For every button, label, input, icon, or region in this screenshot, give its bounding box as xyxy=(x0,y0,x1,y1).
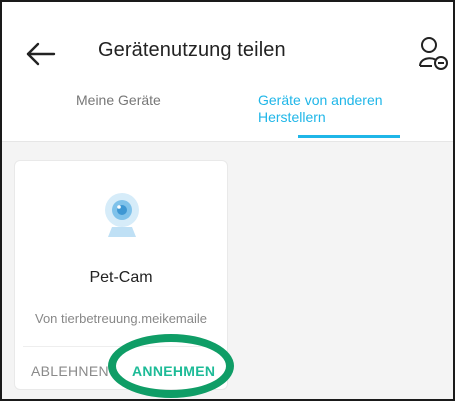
decline-button[interactable]: ABLEHNEN xyxy=(31,363,109,379)
active-tab-indicator xyxy=(298,135,400,138)
tab-other-manufacturers[interactable]: Geräte von anderen Herstellern xyxy=(258,92,408,126)
accept-button[interactable]: ANNEHMEN xyxy=(132,363,215,379)
camera-icon xyxy=(103,191,141,241)
shared-by-text: Von tierbetreuung.meikemaile xyxy=(35,311,207,326)
app-screen: Gerätenutzung teilen Meine Geräte Geräte… xyxy=(0,0,455,401)
tab-my-devices[interactable]: Meine Geräte xyxy=(76,92,161,109)
page-title: Gerätenutzung teilen xyxy=(98,39,286,61)
shared-devices-list: Pet-Cam Von tierbetreuung.meikemaile ABL… xyxy=(2,142,453,399)
device-name: Pet-Cam xyxy=(89,269,153,286)
app-header: Gerätenutzung teilen Meine Geräte Geräte… xyxy=(2,2,453,142)
device-share-card: Pet-Cam Von tierbetreuung.meikemaile ABL… xyxy=(14,160,228,390)
user-remove-icon[interactable] xyxy=(418,36,450,70)
arrow-left-icon[interactable] xyxy=(24,40,58,68)
card-divider xyxy=(23,346,221,347)
